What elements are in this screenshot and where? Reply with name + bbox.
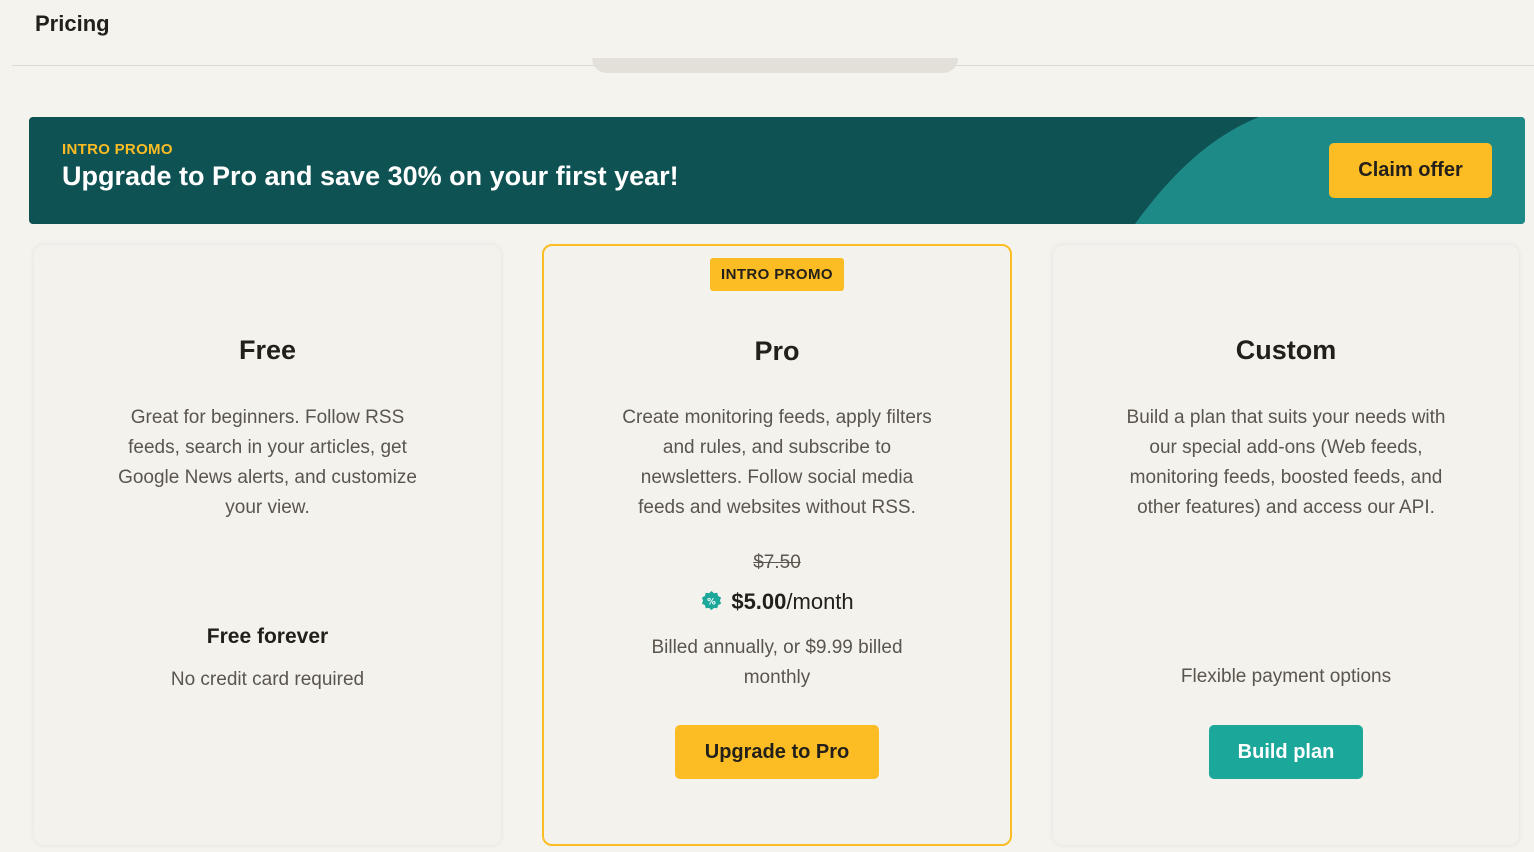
old-price: $7.50 (753, 552, 801, 573)
price-title: Free forever (206, 625, 329, 648)
plan-description: Great for beginners. Follow RSS feeds, s… (118, 407, 417, 518)
promo-headline: Upgrade to Pro and save 30% on your firs… (62, 161, 679, 191)
percent-badge-icon: % (702, 590, 722, 610)
plan-description: Create monitoring feeds, apply filters a… (622, 407, 932, 518)
price-note: No credit card required (170, 669, 365, 690)
top-bar: Pricing (12, 0, 1534, 66)
price-amount: $5.00 (731, 589, 787, 614)
billing-note: Billed annually, or $9.99 billed monthly (651, 637, 903, 688)
billing-toggle-edge (592, 58, 958, 73)
promo-eyebrow: INTRO PROMO (62, 141, 173, 158)
build-plan-button[interactable]: Build plan (1209, 725, 1363, 779)
plan-card-pro: INTRO PROMO Pro Create monitoring feeds,… (542, 244, 1012, 846)
promo-banner: INTRO PROMO Upgrade to Pro and save 30% … (29, 117, 1525, 224)
svg-text:%: % (708, 597, 717, 607)
plan-name: Pro (754, 336, 800, 366)
plan-name: Free (238, 335, 297, 365)
upgrade-to-pro-button[interactable]: Upgrade to Pro (675, 725, 879, 779)
page-title: Pricing (35, 11, 110, 36)
plan-description: Build a plan that suits your needs with … (1126, 407, 1446, 518)
plan-card-free: Free Great for beginners. Follow RSS fee… (34, 245, 501, 845)
promo-badge: INTRO PROMO (710, 258, 844, 291)
plan-card-custom: Custom Build a plan that suits your need… (1053, 245, 1519, 845)
claim-offer-button[interactable]: Claim offer (1329, 143, 1492, 198)
price-unit: /month (786, 589, 854, 614)
price-row: % $5.00/month (544, 589, 1010, 615)
plan-name: Custom (1235, 335, 1337, 365)
payment-note: Flexible payment options (1180, 666, 1392, 687)
